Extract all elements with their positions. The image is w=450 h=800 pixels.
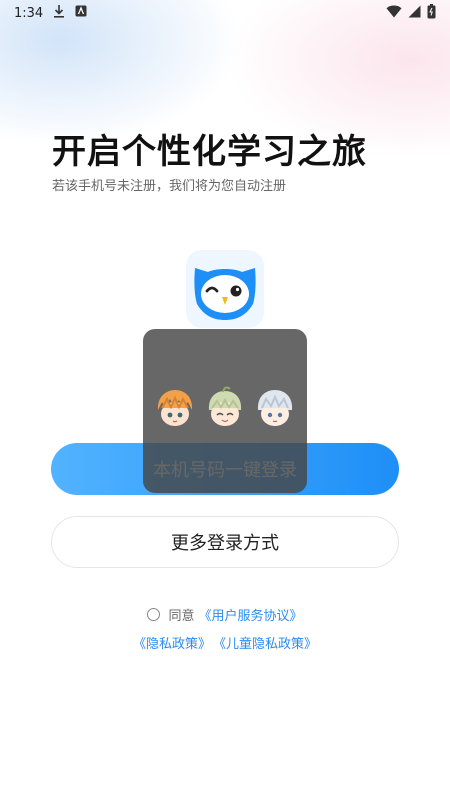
avatar-green-hair bbox=[208, 386, 242, 426]
avatar-silver-hair bbox=[257, 390, 293, 426]
page-subtitle: 若该手机号未注册，我们将为您自动注册 bbox=[52, 179, 287, 194]
wifi-icon bbox=[386, 5, 402, 22]
service-agreement-link[interactable]: 《用户服务协议》 bbox=[199, 605, 303, 624]
notification-a-icon bbox=[75, 5, 87, 21]
more-login-options-button[interactable]: 更多登录方式 bbox=[51, 516, 399, 568]
children-privacy-policy-link[interactable]: 《儿童隐私政策》 bbox=[213, 633, 317, 652]
page-title: 开启个性化学习之旅 bbox=[52, 132, 367, 172]
agreement-row: 同意 《用户服务协议》 bbox=[0, 605, 450, 624]
status-bar: 1:34 bbox=[0, 0, 450, 26]
loading-overlay bbox=[143, 329, 307, 493]
cellular-icon bbox=[408, 5, 421, 22]
avatar-orange-hair bbox=[157, 390, 193, 426]
privacy-policy-link[interactable]: 《隐私政策》 bbox=[133, 633, 211, 652]
app-logo bbox=[186, 250, 264, 328]
battery-icon bbox=[427, 3, 436, 23]
status-time: 1:34 bbox=[14, 5, 44, 21]
owl-logo-icon bbox=[194, 268, 256, 320]
policy-links-row: 《隐私政策》 《儿童隐私政策》 bbox=[0, 633, 450, 652]
agree-checkbox[interactable] bbox=[147, 608, 161, 621]
agree-prefix: 同意 bbox=[168, 609, 195, 624]
download-icon bbox=[53, 4, 65, 22]
